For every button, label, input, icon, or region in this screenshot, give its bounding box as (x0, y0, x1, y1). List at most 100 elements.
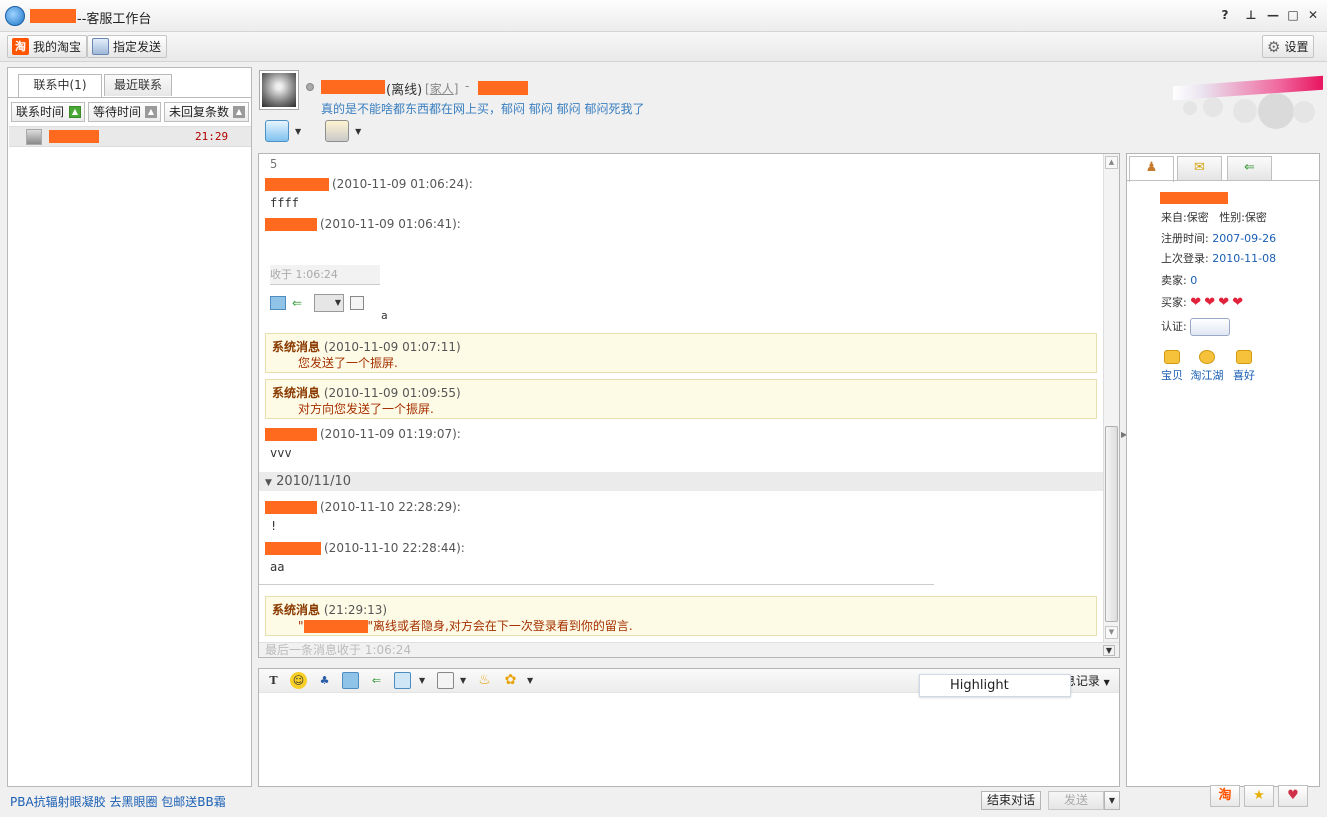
sort-unreplied-button[interactable]: 未回复条数 ▲ (164, 102, 249, 122)
taobao-icon[interactable]: 淘 (1210, 785, 1240, 807)
chat-header-tools: ▼ ▼ (265, 120, 361, 142)
chevron-down-icon[interactable]: ▼ (1103, 645, 1115, 656)
chevron-down-icon[interactable]: ▼ (295, 127, 301, 136)
chat-history[interactable]: 5 (2010-11-09 01:06:24): ffff (2010-11-0… (258, 153, 1120, 658)
message-time: (2010-11-10 22:28:44): (324, 541, 465, 555)
sort-wait-time-button[interactable]: 等待时间 ▲ (88, 102, 161, 122)
message-fragment: 5 (270, 157, 278, 171)
tab-quick-reply[interactable]: ⇐ (1227, 156, 1272, 180)
message-input[interactable] (261, 695, 1116, 783)
certification-badge-icon[interactable] (1190, 318, 1231, 336)
scroll-down-icon[interactable]: ▼ (1105, 626, 1118, 639)
system-label: 系统消息 (272, 386, 321, 400)
peer-extra-redaction (478, 81, 528, 95)
seller-label: 卖家: (1161, 274, 1187, 287)
system-message: 系统消息 (2010-11-09 01:07:11) 您发送了一个振屏. (265, 333, 1097, 373)
sort-up-icon: ▲ (69, 106, 81, 118)
heart-icon: ❤ (1218, 295, 1230, 310)
taobao-icon: 淘 (12, 38, 29, 55)
tab-notes[interactable]: ✉ (1177, 156, 1222, 180)
message-header: (2010-11-09 01:06:24): (265, 177, 473, 191)
close-icon[interactable]: ✕ (1306, 8, 1320, 22)
contact-list-item[interactable]: 21:29 (9, 126, 251, 147)
promo-banner[interactable] (1163, 75, 1323, 129)
separator (259, 584, 934, 585)
settings-button[interactable]: ⚙ 设置 (1262, 35, 1315, 58)
scroll-up-icon[interactable]: ▲ (1105, 156, 1118, 169)
heart-icon: ❤ (1190, 295, 1202, 310)
chevron-down-icon: ▼ (1103, 678, 1110, 687)
window-title: --客服工作台 (77, 12, 152, 27)
sort-up-icon: ▲ (145, 106, 157, 118)
quick-link-jianghu[interactable]: 淘江湖 (1189, 350, 1225, 383)
shake-icon[interactable]: ♨ (476, 672, 493, 689)
my-taobao-label: 我的淘宝 (33, 40, 82, 54)
screenshot-dropdown: ▼ (314, 294, 344, 312)
system-label: 系统消息 (272, 603, 321, 617)
chevron-down-icon[interactable]: ▼ (355, 127, 361, 136)
chevron-down-icon[interactable]: ▼ (527, 676, 533, 685)
contact-tools[interactable]: ▼ (325, 120, 361, 142)
magic-icon[interactable]: ♣ (316, 672, 333, 689)
note-icon: ✉ (1194, 160, 1205, 175)
highlight-popup[interactable]: Highlight (919, 674, 1071, 697)
tab-profile[interactable]: ♟ (1129, 156, 1174, 182)
jianghu-icon (1199, 350, 1215, 364)
customer-name-redaction (1160, 192, 1228, 204)
peer-avatar[interactable] (259, 70, 299, 110)
tab-divider (8, 97, 251, 98)
help-icon[interactable]: ? (1218, 8, 1232, 22)
collapse-icon: ▼ (265, 478, 272, 488)
contact-time: 21:29 (195, 130, 229, 143)
scroll-thumb[interactable] (1105, 426, 1118, 622)
designated-send-button[interactable]: 指定发送 (87, 35, 168, 58)
heart-icon: ❤ (1232, 295, 1244, 310)
sort-contact-time-button[interactable]: 联系时间 ▲ (11, 102, 85, 122)
ad-link[interactable]: PBA抗辐射眼凝胶 去黑眼圈 包邮送BB霜 (10, 793, 226, 810)
peer-group-label: 家人 (429, 82, 454, 96)
my-taobao-button[interactable]: 淘 我的淘宝 (7, 35, 88, 58)
last-login-value: 2010-11-08 (1212, 252, 1277, 265)
tab-recent-label: 最近联系 (113, 78, 162, 92)
chevron-down-icon[interactable]: ▼ (460, 676, 466, 685)
star-folder-icon (1236, 350, 1252, 364)
shirt-icon[interactable]: ♥ (1278, 785, 1308, 807)
chevron-down-icon[interactable]: ▼ (419, 676, 425, 685)
buyer-hearts[interactable]: ❤ ❤ ❤ ❤ (1190, 296, 1246, 309)
offline-status-icon (306, 83, 314, 91)
title-redaction (30, 9, 76, 23)
screenshot-icon[interactable] (394, 672, 411, 689)
emoji-icon[interactable]: ☺ (290, 672, 307, 689)
quick-link-items[interactable]: 宝贝 (1157, 350, 1187, 383)
image-icon[interactable] (342, 672, 359, 689)
tab-contacting-label: 联系中(1) (33, 78, 87, 92)
peer-name-redaction (321, 80, 385, 94)
send-options-dropdown[interactable]: ▼ (1104, 791, 1120, 810)
end-chat-button[interactable]: 结束对话 (981, 791, 1041, 810)
peer-group[interactable]: [家人] (425, 80, 458, 97)
contact-tool-icon (325, 120, 350, 142)
gender-label: 性别:保密 (1219, 211, 1267, 224)
reply-icon[interactable]: ⇐ (368, 672, 385, 689)
peer-status: (离线) (386, 83, 423, 98)
customer-info-panel: ♟ ✉ ⇐ 来自:保密 性别:保密 注册时间: 2007-09-26 上次登录:… (1126, 153, 1320, 787)
star-icon[interactable]: ★ (1244, 785, 1274, 807)
flower-icon[interactable]: ✿ (502, 672, 519, 689)
gear-icon: ⚙ (1267, 37, 1281, 56)
quick-link-likes[interactable]: 喜好 (1229, 350, 1259, 383)
tab-contacting[interactable]: 联系中(1) (18, 74, 102, 98)
minimize-icon[interactable]: — (1266, 8, 1280, 22)
send-file-tool[interactable]: ▼ (265, 120, 301, 142)
maximize-icon[interactable]: □ (1286, 8, 1300, 22)
registered-label: 注册时间: (1161, 232, 1209, 245)
send-button[interactable]: 发送 (1048, 791, 1104, 810)
app-logo-icon (5, 6, 25, 26)
note-icon[interactable] (437, 672, 454, 689)
buyer-rating-row: 买家: ❤ ❤ ❤ ❤ (1161, 294, 1246, 310)
chat-scrollbar[interactable]: ▲ ▼ (1103, 154, 1119, 642)
system-text: 您发送了一个振屏. (298, 356, 398, 370)
font-icon[interactable]: T (265, 672, 282, 689)
date-divider[interactable]: ▼ 2010/11/10 (259, 472, 1103, 491)
tab-recent[interactable]: 最近联系 (104, 74, 172, 96)
pin-icon[interactable]: ⊥ (1244, 8, 1258, 22)
